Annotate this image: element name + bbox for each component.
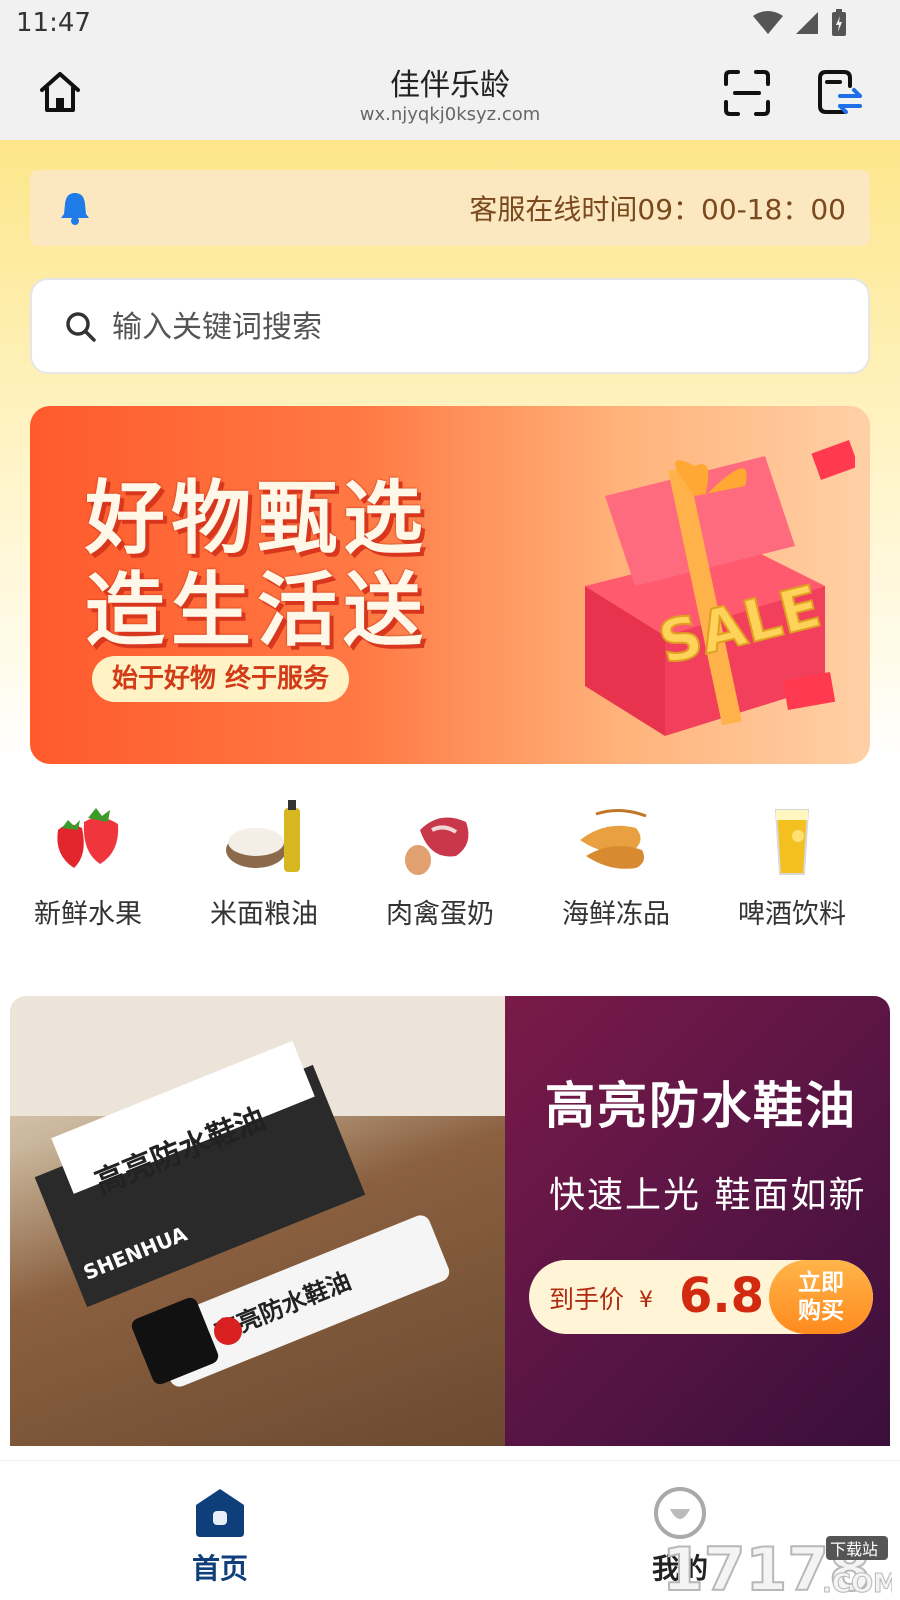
watermark-sub: 下载站 [830,1540,878,1559]
notice-text: 客服在线时间09：00-18：00 [469,193,846,226]
notice-bar: 客服在线时间09：00-18：00 [30,170,870,246]
status-bar: 11:47 [0,0,900,50]
tab-home[interactable]: 首页 [70,1461,370,1600]
status-icons [752,8,848,38]
watermark-logo: 17178 下载站 .COM [662,1534,892,1598]
promo-banner[interactable]: 好物甄选 造生活送 始于好物 终于服务 SALE [30,406,870,764]
meat-egg-icon [405,817,469,875]
wifi-icon [753,11,783,34]
status-time: 11:47 [16,8,91,38]
bell-icon [61,193,89,225]
banner-tagline: 始于好物 终于服务 [92,656,350,702]
product-banner[interactable]: 高亮防水鞋油 SHENHUA 高亮防水鞋油 高亮防水鞋油 快速上光 鞋面如新 到… [10,996,890,1446]
drink-icon [774,809,810,875]
price-pill: 到手价 ¥ 6.8 立即 购买 [529,1260,873,1334]
profile-tab-icon [654,1487,706,1539]
product-info-panel: 高亮防水鞋油 快速上光 鞋面如新 到手价 ¥ 6.8 立即 购买 [505,996,890,1446]
category-row: 新鲜水果 米面粮油 肉禽蛋奶 海鲜冻品 啤酒饮料 [0,800,900,940]
page-body: 客服在线时间09：00-18：00 好物甄选 造生活送 始于好物 终于服务 SA… [0,140,900,1460]
switch-button[interactable] [816,68,864,118]
buy-label-2: 购买 [798,1298,844,1324]
price-value: 6.8 [679,1268,765,1324]
strawberry-icon [57,808,119,868]
watermark-suffix: .COM [822,1569,892,1598]
price-label: 到手价 [549,1285,625,1314]
category-meat-egg[interactable]: 肉禽蛋奶 [360,800,520,940]
search-box[interactable] [30,278,870,374]
gift-box-image: SALE [585,440,855,736]
battery-icon [832,9,846,36]
product-subtitle: 快速上光 鞋面如新 [549,1175,867,1216]
shoe-polish-image: 高亮防水鞋油 SHENHUA 高亮防水鞋油 [10,996,510,1387]
scan-icon [724,70,770,116]
rice-oil-icon [226,800,300,872]
price-currency: ¥ [639,1288,653,1313]
category-label: 啤酒饮料 [738,899,846,930]
scan-button[interactable] [722,68,772,118]
home-tab-icon [196,1489,244,1537]
buy-label-1: 立即 [798,1270,844,1296]
category-label: 海鲜冻品 [562,899,670,930]
search-icon [66,312,96,342]
banner-headline-2: 造生活送 [85,564,429,657]
category-drinks[interactable]: 啤酒饮料 [712,800,872,940]
shrimp-icon [580,809,647,869]
category-label: 新鲜水果 [34,899,142,930]
category-seafood[interactable]: 海鲜冻品 [536,800,696,940]
tab-home-label: 首页 [191,1552,248,1585]
category-label: 肉禽蛋奶 [386,899,494,930]
switch-icon [818,70,862,114]
buy-now-button[interactable]: 立即 购买 [769,1260,873,1334]
product-title: 高亮防水鞋油 [545,1077,857,1135]
bottom-tab-bar: 首页 我的 17178 下载站 .COM [0,1460,900,1600]
category-label: 米面粮油 [210,899,318,930]
browser-header: 佳伴乐龄 wx.njyqkj0ksyz.com [0,50,900,140]
category-grain-oil[interactable]: 米面粮油 [184,800,344,940]
product-photo: 高亮防水鞋油 SHENHUA 高亮防水鞋油 [10,996,510,1446]
search-input[interactable] [112,304,832,350]
category-fruit[interactable]: 新鲜水果 [8,800,168,940]
signal-icon [796,12,818,34]
